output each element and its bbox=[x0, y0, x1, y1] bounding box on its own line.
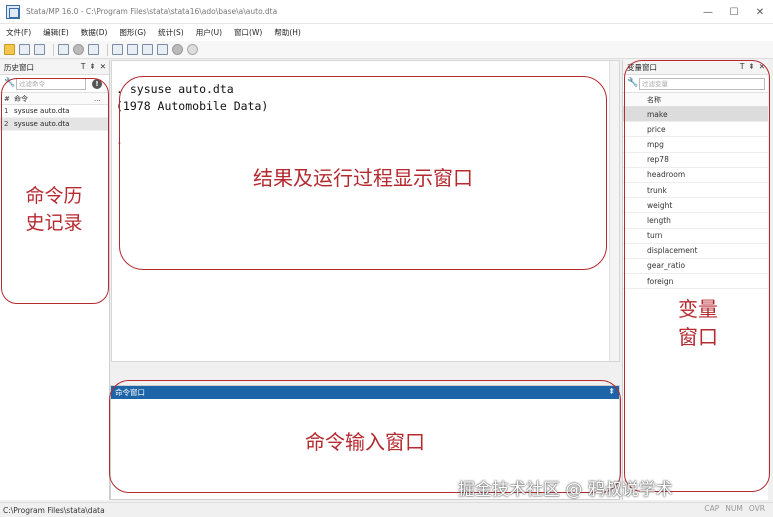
variable-row[interactable]: displacement bbox=[623, 244, 768, 259]
history-row[interactable]: 2 sysuse auto.dta bbox=[0, 118, 109, 131]
menu-file[interactable]: 文件(F) bbox=[6, 27, 31, 38]
status-cap: CAP bbox=[704, 504, 720, 513]
variables-header: 变量窗口 T ⇞ ✕ bbox=[623, 60, 768, 75]
history-title: 历史窗口 bbox=[4, 62, 34, 72]
more-icon[interactable] bbox=[172, 44, 183, 55]
results-line bbox=[116, 115, 619, 132]
menu-statistics[interactable]: 统计(S) bbox=[158, 27, 184, 38]
history-col-more[interactable]: ... bbox=[94, 95, 101, 103]
command-title: 命令窗口 bbox=[115, 388, 145, 397]
toolbar-separator bbox=[53, 43, 54, 56]
variables-close-icon[interactable]: ✕ bbox=[759, 62, 765, 71]
variables-controls: T ⇞ ✕ bbox=[740, 62, 765, 71]
graph-icon[interactable] bbox=[88, 44, 99, 55]
data-browser-icon[interactable] bbox=[142, 44, 153, 55]
do-file-editor-icon[interactable] bbox=[112, 44, 123, 55]
toolbar bbox=[0, 41, 773, 59]
toolbar-separator bbox=[107, 43, 108, 56]
variable-row[interactable]: weight bbox=[623, 198, 768, 214]
variable-row[interactable]: headroom bbox=[623, 168, 768, 183]
variable-row[interactable]: make bbox=[623, 107, 768, 123]
history-controls: T ⇞ ✕ bbox=[81, 62, 106, 71]
variable-row[interactable]: turn bbox=[623, 229, 768, 244]
menu-user[interactable]: 用户(U) bbox=[196, 27, 222, 38]
history-header: 历史窗口 T ⇞ ✕ bbox=[0, 60, 109, 75]
variable-row[interactable]: trunk bbox=[623, 183, 768, 199]
status-path: C:\Program Files\stata\data bbox=[3, 505, 105, 515]
variable-row[interactable]: rep78 bbox=[623, 153, 768, 168]
history-row-command: sysuse auto.dta bbox=[14, 120, 70, 128]
window-title: Stata/MP 16.0 - C:\Program Files\stata\s… bbox=[26, 7, 278, 16]
stata-app-icon bbox=[6, 4, 20, 19]
history-row-number: 1 bbox=[4, 107, 9, 115]
info-icon[interactable]: ! bbox=[92, 78, 102, 89]
history-filter-toggle-icon[interactable]: T bbox=[81, 62, 86, 71]
window-controls: — ☐ ✕ bbox=[695, 0, 773, 24]
variables-filter-input[interactable]: 过滤变量 bbox=[639, 77, 765, 90]
open-folder-icon[interactable] bbox=[4, 44, 15, 55]
menu-bar: 文件(F) 编辑(E) 数据(D) 图形(G) 统计(S) 用户(U) 窗口(W… bbox=[0, 24, 773, 41]
variable-row[interactable]: price bbox=[623, 122, 768, 138]
variable-row[interactable]: gear_ratio bbox=[623, 259, 768, 275]
results-splitter[interactable] bbox=[111, 362, 620, 382]
variables-title: 变量窗口 bbox=[627, 62, 657, 72]
save-icon[interactable] bbox=[19, 44, 30, 55]
wrench-icon[interactable]: 🔧 bbox=[4, 79, 15, 88]
wrench-icon[interactable]: 🔧 bbox=[627, 79, 638, 88]
command-pin-icon[interactable]: ⇞ bbox=[608, 387, 615, 396]
variables-col-name[interactable]: 名称 bbox=[623, 93, 768, 107]
menu-graphics[interactable]: 图形(G) bbox=[119, 27, 146, 38]
results-scrollbar[interactable] bbox=[609, 61, 619, 361]
results-line: (1978 Automobile Data) bbox=[116, 99, 269, 113]
status-bar: C:\Program Files\stata\data CAP NUM OVR bbox=[0, 502, 773, 517]
history-col-command[interactable]: 命令 bbox=[14, 94, 94, 104]
variable-row[interactable]: mpg bbox=[623, 137, 768, 153]
variables-pane: 变量窗口 T ⇞ ✕ 🔧 过滤变量 名称 make price mpg rep78 he… bbox=[622, 60, 768, 500]
status-ovr: OVR bbox=[748, 504, 765, 513]
break-stop-icon[interactable] bbox=[187, 44, 198, 55]
viewer-eye-icon[interactable] bbox=[73, 44, 84, 55]
history-close-icon[interactable]: ✕ bbox=[100, 62, 106, 71]
status-num: NUM bbox=[725, 504, 743, 513]
history-filter-row: 🔧 过滤命令 ! bbox=[0, 75, 109, 93]
history-filter-input[interactable]: 过滤命令 bbox=[16, 77, 86, 90]
close-button[interactable]: ✕ bbox=[747, 0, 773, 24]
history-pane: 历史窗口 T ⇞ ✕ 🔧 过滤命令 ! # 命令 ... 1 sysuse au… bbox=[0, 60, 110, 500]
variable-row[interactable]: length bbox=[623, 213, 768, 229]
menu-edit[interactable]: 编辑(E) bbox=[43, 27, 69, 38]
minimize-button[interactable]: — bbox=[695, 0, 721, 24]
history-row-number: 2 bbox=[4, 120, 9, 128]
results-line: . bbox=[116, 133, 123, 147]
results-pane[interactable]: . sysuse auto.dta (1978 Automobile Data)… bbox=[111, 60, 620, 362]
print-icon[interactable] bbox=[34, 44, 45, 55]
maximize-button[interactable]: ☐ bbox=[721, 0, 747, 24]
watermark-text: 掘金技术社区 @ 鸦叔说学术 bbox=[458, 480, 673, 500]
variables-filter-row: 🔧 过滤变量 bbox=[623, 75, 768, 93]
data-editor-icon[interactable] bbox=[127, 44, 138, 55]
log-icon[interactable] bbox=[58, 44, 69, 55]
history-row-command: sysuse auto.dta bbox=[14, 107, 70, 115]
variable-row[interactable]: foreign bbox=[623, 274, 768, 290]
history-pin-icon[interactable]: ⇞ bbox=[89, 62, 95, 71]
variables-list: make price mpg rep78 headroom trunk weight leng… bbox=[623, 107, 768, 290]
history-column-header: # 命令 ... bbox=[0, 93, 109, 105]
command-header: 命令窗口 ⇞ bbox=[111, 386, 619, 399]
menu-data[interactable]: 数据(D) bbox=[81, 27, 108, 38]
menu-help[interactable]: 帮助(H) bbox=[274, 27, 301, 38]
variables-pin-icon[interactable]: ⇞ bbox=[748, 62, 754, 71]
variables-manager-icon[interactable] bbox=[157, 44, 168, 55]
status-flags: CAP NUM OVR bbox=[704, 504, 765, 513]
results-line: . sysuse auto.dta bbox=[116, 82, 234, 96]
history-col-hash[interactable]: # bbox=[0, 95, 12, 103]
history-row[interactable]: 1 sysuse auto.dta bbox=[0, 105, 109, 118]
menu-window[interactable]: 窗口(W) bbox=[234, 27, 262, 38]
variables-filter-toggle-icon[interactable]: T bbox=[740, 62, 745, 71]
title-bar: Stata/MP 16.0 - C:\Program Files\stata\s… bbox=[0, 0, 773, 24]
